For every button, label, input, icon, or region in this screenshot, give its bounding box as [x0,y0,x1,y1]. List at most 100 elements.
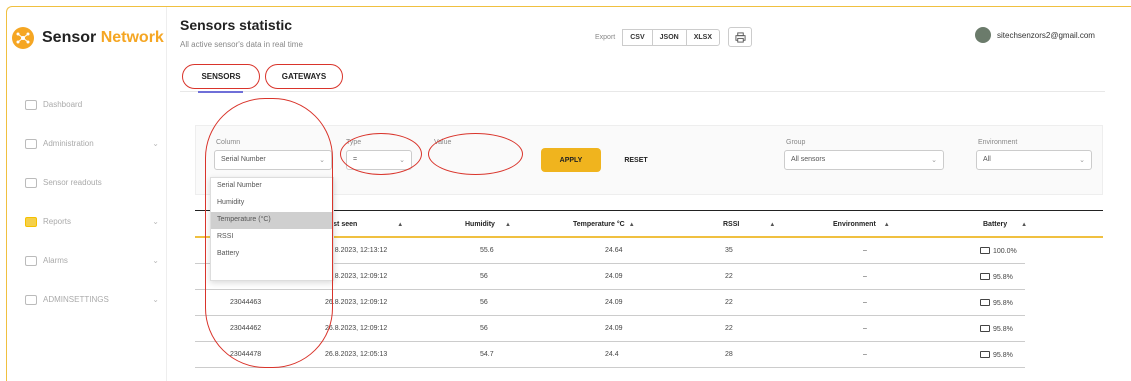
cell-serial: 23044478 [230,351,262,358]
environment-label: Environment [978,139,1018,146]
sort-icon: ▲ [504,222,511,228]
cell-humidity: 54.7 [480,351,494,358]
cell-humidity: 56 [480,273,488,280]
environment-select-value: All [983,156,991,163]
export-csv-button[interactable]: CSV [622,28,653,46]
network-logo-icon [12,27,34,49]
chevron-down-icon: ⌄ [1079,157,1085,164]
admin-settings-icon [25,294,37,305]
cell-temperature: 24.09 [605,299,623,306]
print-icon [734,31,746,43]
cell-last-seen: 26.8.2023, 12:09:12 [325,273,388,280]
type-select[interactable]: = ⌄ [346,150,412,170]
readouts-icon [25,177,37,188]
sort-icon: ▲ [769,222,776,228]
cell-environment: – [863,325,867,332]
cell-temperature: 24.09 [605,325,623,332]
sidebar: Sensor Network Dashboard Administration … [7,7,167,381]
chevron-down-icon: ⌄ [399,157,405,164]
cell-serial: 23044462 [230,325,262,332]
col-header-humidity[interactable]: Humidity ▲ [465,221,511,228]
cell-rssi: 28 [725,351,733,358]
cell-temperature: 24.4 [605,351,619,358]
col-header-rssi[interactable]: RSSI ▲ [723,221,775,228]
battery-icon [980,247,990,254]
user-menu[interactable]: sitechsenzors2@gmail.com [975,27,1095,43]
battery-icon [980,325,990,332]
value-input[interactable] [432,150,522,170]
administration-icon [25,138,37,149]
cell-last-seen: 26.8.2023, 12:09:12 [325,325,388,332]
cell-rssi: 35 [725,247,733,254]
export-xlsx-button[interactable]: XLSX [685,28,720,46]
chevron-down-icon: ⌄ [152,217,159,226]
table-row[interactable]: 23044478 26.8.2023, 12:05:13 54.7 24.4 2… [195,342,1025,368]
group-select[interactable]: All sensors ⌄ [784,150,944,170]
sort-icon: ▲ [883,222,890,228]
sidebar-item-label: ADMINSETTINGS [43,295,109,304]
sidebar-item-dashboard[interactable]: Dashboard [25,85,165,124]
group-select-value: All sensors [791,156,826,163]
sort-icon: ▲ [397,222,404,228]
cell-rssi: 22 [725,273,733,280]
export-json-button[interactable]: JSON [651,28,687,46]
type-label: Type [346,139,362,146]
battery-icon [980,299,990,306]
battery-icon [980,273,990,280]
sidebar-item-label: Alarms [43,256,68,265]
sidebar-item-administration[interactable]: Administration ⌄ [25,124,165,163]
print-button[interactable] [728,27,752,47]
column-select-value: Serial Number [221,156,266,163]
cell-environment: – [863,299,867,306]
tab-gateways[interactable]: GATEWAYS [265,64,343,89]
environment-select[interactable]: All ⌄ [976,150,1092,170]
cell-battery: 100.0% [980,247,1017,255]
alarms-icon [25,255,37,266]
sidebar-item-adminsettings[interactable]: ADMINSETTINGS ⌄ [25,280,165,319]
col-header-environment[interactable]: Environment ▲ [833,221,890,228]
chevron-down-icon: ⌄ [152,295,159,304]
col-header-battery[interactable]: Battery ▲ [983,221,1027,228]
dropdown-option-temperature[interactable]: Temperature (°C) [211,212,333,229]
sidebar-item-label: Sensor readouts [43,178,102,187]
export-toolbar: Export CSV JSON XLSX [595,27,752,47]
reset-button[interactable]: RESET [616,148,656,172]
reports-icon [25,216,37,227]
user-email: sitechsenzors2@gmail.com [997,30,1095,40]
column-select[interactable]: Serial Number ⌄ [214,150,332,170]
group-label: Group [786,139,806,146]
tab-sensors[interactable]: SENSORS [182,64,260,89]
sidebar-item-label: Dashboard [43,100,83,109]
sidebar-nav: Dashboard Administration ⌄ Sensor readou… [25,85,165,319]
tab-bar: SENSORS GATEWAYS [180,62,1105,93]
cell-serial: 23044463 [230,299,262,306]
cell-battery: 95.8% [980,351,1013,359]
cell-temperature: 24.64 [605,247,623,254]
sidebar-item-reports[interactable]: Reports ⌄ [25,202,165,241]
chevron-down-icon: ⌄ [152,256,159,265]
active-tab-indicator [198,91,243,93]
cell-rssi: 22 [725,299,733,306]
col-header-temperature[interactable]: Temperature °C ▲ [573,221,635,228]
table-row[interactable]: 23044463 26.8.2023, 12:09:12 56 24.09 22… [195,290,1025,316]
col-header-last-seen[interactable]: Last seen ▲ [325,221,403,228]
page-subtitle: All active sensor's data in real time [180,40,303,49]
dashboard-icon [25,99,37,110]
dropdown-option-serial-number[interactable]: Serial Number [211,178,333,195]
table-row[interactable]: 23044462 26.8.2023, 12:09:12 56 24.09 22… [195,316,1025,342]
sort-icon: ▲ [1021,222,1028,228]
cell-humidity: 56 [480,299,488,306]
sidebar-item-label: Administration [43,139,94,148]
brand-logo[interactable]: Sensor Network [12,27,164,49]
dropdown-option-humidity[interactable]: Humidity [211,195,333,212]
dropdown-option-battery[interactable]: Battery [211,246,333,263]
sidebar-item-alarms[interactable]: Alarms ⌄ [25,241,165,280]
cell-environment: – [863,351,867,358]
cell-battery: 95.8% [980,325,1013,333]
brand-name: Sensor Network [42,29,164,46]
sidebar-item-sensor-readouts[interactable]: Sensor readouts [25,163,165,202]
dropdown-option-rssi[interactable]: RSSI [211,229,333,246]
apply-button[interactable]: APPLY [541,148,601,172]
value-label: Value [434,139,452,146]
avatar [975,27,991,43]
